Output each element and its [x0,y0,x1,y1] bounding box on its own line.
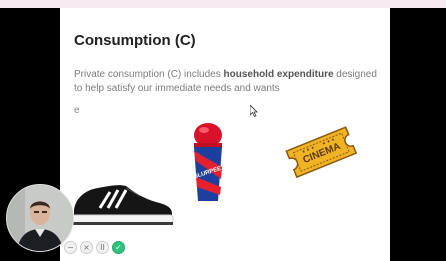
minimize-button[interactable]: − [64,240,77,254]
slide-title: Consumption (C) [74,32,196,49]
slide-body-text: Private consumption (C) includes househo… [74,68,380,96]
body-text-start: Private consumption (C) includes [74,69,224,80]
slurpee-cup-image: SLURPEE [193,123,222,201]
stray-character: e [74,105,80,116]
pause-button[interactable]: II [96,240,109,254]
mouse-cursor-icon [250,105,258,117]
done-check-button[interactable]: ✓ [112,240,125,254]
top-strip [0,0,446,8]
recording-controls: − × II ✓ [64,240,125,254]
presentation-slide: Consumption (C) Private consumption (C) … [60,8,390,261]
close-button[interactable]: × [80,240,93,254]
sneaker-image [71,185,174,225]
cinema-ticket-image: CINEMA ★ ★ ★ ★ ★ ★ [285,126,358,179]
body-text-bold: household expenditure [223,69,334,80]
